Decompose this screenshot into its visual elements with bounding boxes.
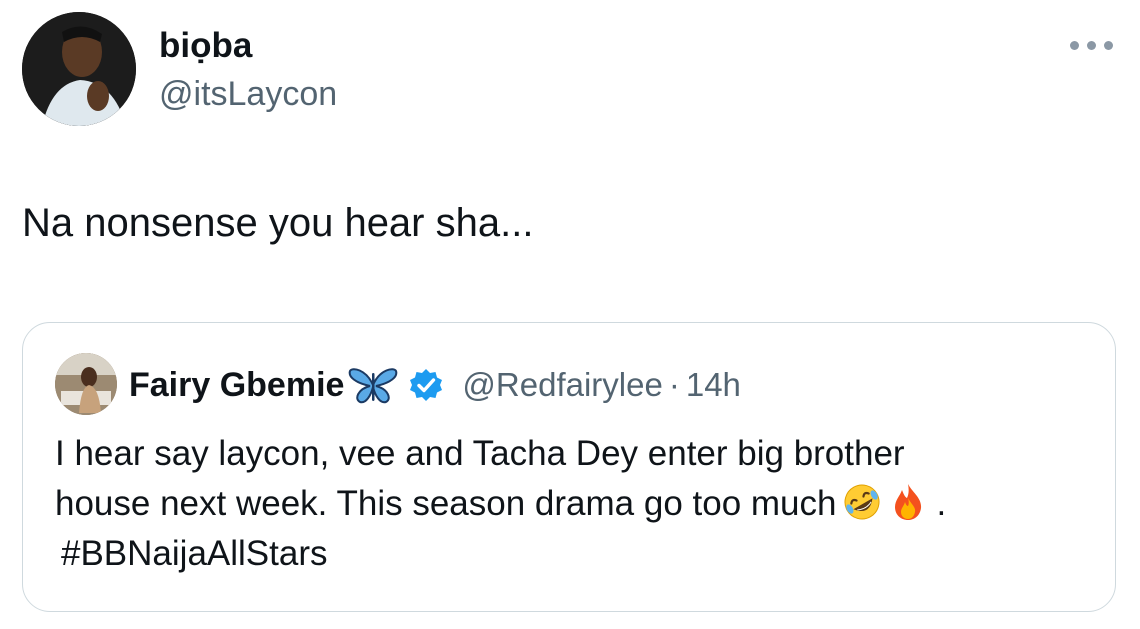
quoted-tweet-text: I hear say laycon, vee and Tacha Dey ent… [55, 429, 1095, 579]
quoted-text-line-with-emoji: house next week. This season drama go to… [55, 479, 1095, 529]
butterfly-icon [346, 365, 400, 405]
quoted-text-tail: . [936, 484, 947, 523]
rolling-laughing-emoji-icon [842, 482, 882, 522]
hashtag-link[interactable]: #BBNaijaAllStars [55, 529, 1095, 579]
fire-emoji-icon [888, 482, 928, 522]
quoted-text-line: I hear say laycon, vee and Tacha Dey ent… [55, 434, 905, 473]
more-options-button[interactable] [1068, 36, 1116, 56]
quoted-timestamp[interactable]: 14h [686, 363, 741, 407]
quoted-author-display-name[interactable]: Fairy Gbemie [129, 363, 344, 407]
more-dot-icon [1104, 41, 1113, 50]
quoted-tweet-card[interactable]: Fairy Gbemie @Redfairylee · 14h I hear s… [22, 322, 1116, 612]
meta-separator: · [668, 366, 680, 403]
more-dot-icon [1087, 41, 1096, 50]
quoted-author-handle[interactable]: @Redfairylee [462, 363, 662, 407]
quoted-author-avatar[interactable] [55, 353, 117, 415]
author-display-name[interactable]: biọba [159, 26, 252, 66]
tweet-text: Na nonsense you hear sha... [22, 201, 534, 245]
verified-badge-icon [408, 367, 444, 403]
author-avatar[interactable] [22, 12, 136, 126]
author-handle[interactable]: @itsLaycon [159, 74, 337, 114]
more-dot-icon [1070, 41, 1079, 50]
quoted-text-line: house next week. This season drama go to… [55, 484, 837, 523]
